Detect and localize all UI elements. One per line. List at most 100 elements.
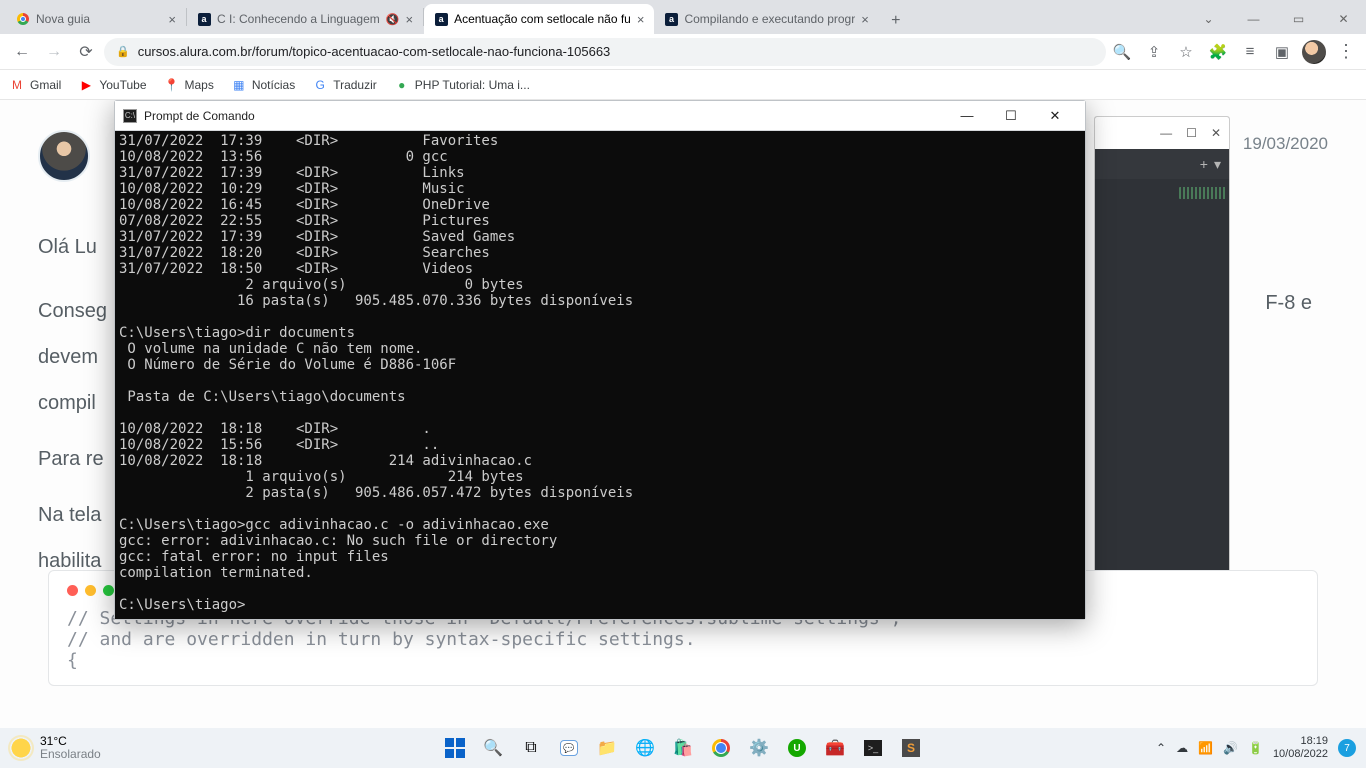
gmail-icon: M: [10, 78, 24, 92]
bookmark-gmail[interactable]: MGmail: [10, 78, 61, 92]
bookmark-maps[interactable]: 📍Maps: [165, 78, 214, 92]
tray-chevron-icon[interactable]: ⌃: [1156, 741, 1166, 755]
clock[interactable]: 18:19 10/08/2022: [1273, 735, 1328, 761]
chevron-down-icon[interactable]: ▾: [1214, 156, 1221, 173]
upwork-icon[interactable]: U: [784, 735, 810, 761]
maximize-icon[interactable]: ☐: [1186, 126, 1197, 140]
alura-icon: a: [197, 12, 211, 26]
search-icon[interactable]: 🔍: [480, 735, 506, 761]
tabstrip: Nova guia × a C I: Conhecendo a Linguage…: [0, 0, 1366, 34]
close-icon[interactable]: ×: [861, 12, 869, 27]
maximize-icon[interactable]: ▭: [1276, 4, 1321, 34]
mute-icon[interactable]: 🔇: [386, 13, 400, 26]
tab-1[interactable]: a C I: Conhecendo a Linguagem 🔇 ×: [187, 4, 423, 34]
close-icon[interactable]: ×: [168, 12, 176, 27]
cmd-titlebar[interactable]: C:\ Prompt de Comando ― ☐ ✕: [115, 101, 1085, 131]
sublime-titlebar: ― ☐ ✕: [1095, 117, 1229, 149]
cmd-window[interactable]: C:\ Prompt de Comando ― ☐ ✕ 31/07/2022 1…: [114, 100, 1086, 620]
window-controls: ⌄ ― ▭ ✕: [1186, 4, 1366, 34]
back-button[interactable]: ←: [8, 38, 36, 66]
explorer-icon[interactable]: 📁: [594, 735, 620, 761]
cmd-output[interactable]: 31/07/2022 17:39 <DIR> Favorites 10/08/2…: [115, 131, 1085, 619]
windows-icon: [445, 738, 465, 758]
address-bar[interactable]: 🔒 cursos.alura.com.br/forum/topico-acent…: [104, 38, 1106, 66]
system-tray: ⌃ ☁ 📶 🔊 🔋 18:19 10/08/2022 7: [1156, 735, 1356, 761]
minimize-icon[interactable]: ―: [945, 102, 989, 130]
browser-chrome: Nova guia × a C I: Conhecendo a Linguage…: [0, 0, 1366, 100]
minimize-icon[interactable]: ―: [1231, 4, 1276, 34]
battery-icon[interactable]: 🔋: [1248, 741, 1263, 755]
toolbar: ← → ⟳ 🔒 cursos.alura.com.br/forum/topico…: [0, 34, 1366, 70]
close-icon[interactable]: ×: [637, 12, 645, 27]
chrome-icon[interactable]: [708, 735, 734, 761]
forward-button[interactable]: →: [40, 38, 68, 66]
settings-icon[interactable]: ⚙️: [746, 735, 772, 761]
reply-avatar[interactable]: [38, 130, 90, 182]
edge-icon[interactable]: 🌐: [632, 735, 658, 761]
minimap[interactable]: [1179, 187, 1227, 199]
new-tab-button[interactable]: +: [883, 8, 909, 34]
start-button[interactable]: [442, 735, 468, 761]
tab-3[interactable]: a Compilando e executando progr ×: [654, 4, 878, 34]
dot-green-icon: [103, 585, 114, 596]
maximize-icon[interactable]: ☐: [989, 102, 1033, 130]
bookmarks-bar: MGmail ▶YouTube 📍Maps ▦Notícias GTraduzi…: [0, 70, 1366, 100]
extensions-icon[interactable]: 🧩: [1206, 40, 1230, 64]
sun-icon: [10, 737, 32, 759]
page-content: 19/03/2020 Olá Lu Conseg devem compil Pa…: [0, 100, 1366, 728]
close-icon[interactable]: ×: [405, 12, 413, 27]
zoom-icon[interactable]: 🔍: [1110, 40, 1134, 64]
tab-2[interactable]: a Acentuação com setlocale não fu ×: [424, 4, 654, 34]
close-icon[interactable]: ✕: [1033, 102, 1077, 130]
forum-header: [38, 130, 90, 182]
tab-title: C I: Conhecendo a Linguagem: [217, 12, 380, 26]
wifi-icon[interactable]: 📶: [1198, 741, 1213, 755]
task-center: 🔍 ⧉ 💬 📁 🌐 🛍️ ⚙️ U 🧰 >_ S: [442, 735, 924, 761]
bookmark-php[interactable]: ●PHP Tutorial: Uma i...: [395, 78, 530, 92]
app-icon[interactable]: 🧰: [822, 735, 848, 761]
close-icon[interactable]: ✕: [1321, 4, 1366, 34]
chevron-down-icon[interactable]: ⌄: [1186, 4, 1231, 34]
sublime-icon[interactable]: S: [898, 735, 924, 761]
tab-0[interactable]: Nova guia ×: [6, 4, 186, 34]
url-text: cursos.alura.com.br/forum/topico-acentua…: [138, 44, 611, 59]
star-icon[interactable]: ☆: [1174, 40, 1198, 64]
notifications-badge[interactable]: 7: [1338, 739, 1356, 757]
alura-icon: a: [664, 12, 678, 26]
news-icon: ▦: [232, 78, 246, 92]
onedrive-icon[interactable]: ☁: [1176, 741, 1188, 755]
lock-icon: 🔒: [116, 45, 130, 58]
menu-icon[interactable]: ⋮: [1334, 40, 1358, 64]
store-icon[interactable]: 🛍️: [670, 735, 696, 761]
profile-avatar[interactable]: [1302, 40, 1326, 64]
weather-widget[interactable]: 31°C Ensolarado: [10, 735, 101, 761]
sublime-tabbar: + ▾: [1095, 149, 1229, 179]
tab-title: Acentuação com setlocale não fu: [454, 12, 631, 26]
task-view-icon[interactable]: ⧉: [518, 735, 544, 761]
share-icon[interactable]: ⇪: [1142, 40, 1166, 64]
add-tab-icon[interactable]: +: [1200, 156, 1208, 172]
reading-list-icon[interactable]: ≡: [1238, 40, 1262, 64]
chat-icon[interactable]: 💬: [556, 735, 582, 761]
dot-yellow-icon: [85, 585, 96, 596]
code-line: {: [67, 650, 1299, 671]
minimize-icon[interactable]: ―: [1160, 126, 1172, 140]
taskbar: 31°C Ensolarado 🔍 ⧉ 💬 📁 🌐 🛍️ ⚙️ U 🧰 >_ S…: [0, 728, 1366, 768]
close-icon[interactable]: ✕: [1211, 126, 1221, 140]
chrome-icon: [16, 12, 30, 26]
tab-title: Compilando e executando progr: [684, 12, 855, 26]
bookmark-youtube[interactable]: ▶YouTube: [79, 78, 146, 92]
bookmark-noticias[interactable]: ▦Notícias: [232, 78, 295, 92]
bookmark-traduzir[interactable]: GTraduzir: [313, 78, 377, 92]
reload-button[interactable]: ⟳: [72, 38, 100, 66]
encoding-text: F-8 e: [1265, 292, 1312, 315]
clock-time: 18:19: [1300, 735, 1328, 748]
code-line: // and are overridden in turn by syntax-…: [67, 629, 1299, 650]
tab-title: Nova guia: [36, 12, 162, 26]
volume-icon[interactable]: 🔊: [1223, 741, 1238, 755]
weather-cond: Ensolarado: [40, 748, 101, 761]
terminal-icon[interactable]: >_: [860, 735, 886, 761]
side-panel-icon[interactable]: ▣: [1270, 40, 1294, 64]
clock-date: 10/08/2022: [1273, 748, 1328, 761]
dot-red-icon: [67, 585, 78, 596]
